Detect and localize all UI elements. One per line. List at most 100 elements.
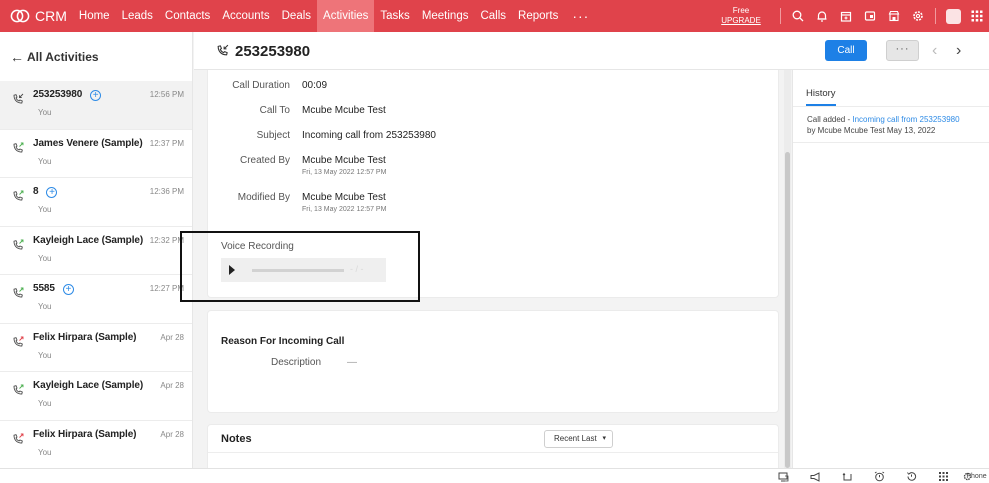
scrollbar-thumb[interactable] (785, 152, 790, 468)
nav-contacts[interactable]: Contacts (159, 0, 216, 32)
search-icon[interactable] (786, 0, 810, 32)
more-options-button[interactable]: ··· (886, 40, 919, 61)
divider (208, 452, 778, 453)
activity-time: 12:36 PM (149, 187, 184, 196)
activity-item[interactable]: Felix Hirpara (Sample) You Apr 28 (0, 421, 192, 469)
phone-settings-icon[interactable]: Phone (959, 469, 989, 483)
activity-time: 12:32 PM (149, 235, 184, 245)
bottom-toolbar: Phone (0, 468, 989, 483)
marketplace-icon[interactable] (882, 0, 906, 32)
activity-time: 12:37 PM (149, 138, 184, 148)
modified-by-label: Modified By (237, 192, 290, 203)
activity-time: 12:27 PM (149, 284, 184, 293)
call-to-value[interactable]: Mcube Mcube Test (302, 105, 386, 116)
outgoing-call-icon (12, 190, 24, 205)
calendar-add-icon[interactable] (834, 0, 858, 32)
main-nav: Home Leads Contacts Accounts Deals Activ… (73, 0, 597, 32)
incoming-call-icon (216, 44, 229, 60)
nav-deals[interactable]: Deals (276, 0, 317, 32)
notes-card: Notes Recent Last ▾ (207, 424, 779, 469)
outgoing-call-icon (12, 287, 24, 302)
incoming-call-icon (12, 93, 24, 108)
window-icon[interactable] (858, 0, 882, 32)
activity-time: Apr 28 (160, 381, 184, 390)
call-to-label: Call To (259, 105, 290, 116)
reason-heading: Reason For Incoming Call (221, 336, 345, 347)
nav-reports[interactable]: Reports (512, 0, 564, 32)
activity-name: Kayleigh Lace (Sample) (33, 234, 144, 246)
history-panel: History Call added - Incoming call from … (792, 70, 989, 468)
modified-by-value: Mcube Mcube Test (302, 192, 386, 203)
activity-item[interactable]: 8 + You 12:36 PM (0, 178, 192, 227)
settings-icon[interactable] (906, 0, 930, 32)
activity-item[interactable]: 5585 + You 12:27 PM (0, 275, 192, 324)
tab-history[interactable]: History (806, 88, 836, 106)
previous-record-icon[interactable]: ‹ (932, 42, 937, 60)
missed-call-icon (12, 336, 24, 351)
chevron-down-icon: ▾ (602, 435, 606, 442)
highlight-box (180, 231, 420, 302)
add-contact-icon[interactable]: + (90, 90, 102, 101)
nav-more-icon[interactable]: ··· (564, 1, 597, 31)
outgoing-call-icon (12, 142, 24, 157)
back-to-all-activities[interactable]: ← All Activities (0, 32, 192, 81)
activity-item[interactable]: Kayleigh Lace (Sample) You 12:32 PM (0, 227, 192, 275)
history-link[interactable]: Incoming call from 253253980 (852, 115, 959, 124)
nav-meetings[interactable]: Meetings (416, 0, 475, 32)
next-record-icon[interactable]: › (956, 42, 961, 60)
divider (793, 106, 989, 107)
missed-call-icon (12, 433, 24, 448)
history-entry: Call added - Incoming call from 25325398… (807, 114, 983, 136)
description-value[interactable]: — (347, 357, 357, 368)
divider (935, 8, 936, 24)
nav-accounts[interactable]: Accounts (216, 0, 275, 32)
plan-name: Free (732, 6, 750, 15)
record-title: 253253980 (235, 43, 311, 60)
outgoing-call-icon (12, 239, 24, 254)
megaphone-icon[interactable] (799, 469, 831, 483)
screen-share-icon[interactable] (767, 469, 799, 483)
nav-tasks[interactable]: Tasks (374, 0, 415, 32)
notes-heading: Notes (221, 433, 252, 445)
nav-calls[interactable]: Calls (474, 0, 512, 32)
back-label: All Activities (27, 49, 99, 64)
alarm-clock-icon[interactable] (863, 469, 895, 483)
top-navigation-bar: CRM Home Leads Contacts Accounts Deals A… (0, 0, 989, 32)
activity-name: Felix Hirpara (Sample) (33, 428, 137, 440)
nav-home[interactable]: Home (73, 0, 116, 32)
activity-item[interactable]: Felix Hirpara (Sample) You Apr 28 (0, 324, 192, 372)
dialpad-icon[interactable] (927, 469, 959, 483)
subject-label: Subject (256, 130, 290, 141)
activity-owner: You (38, 447, 52, 457)
bell-icon[interactable] (810, 0, 834, 32)
activity-owner: You (38, 156, 52, 166)
add-contact-icon[interactable]: + (46, 187, 58, 198)
record-header: 253253980 Call ··· ‹ › (194, 32, 989, 70)
activity-item[interactable]: Kayleigh Lace (Sample) You Apr 28 (0, 372, 192, 421)
nav-leads[interactable]: Leads (116, 0, 159, 32)
crm-logo-icon (10, 9, 30, 23)
refresh-icon[interactable] (831, 469, 863, 483)
profile-avatar[interactable] (941, 0, 965, 32)
activity-item[interactable]: 253253980 + You 12:56 PM (0, 81, 192, 130)
nav-activities[interactable]: Activities (317, 0, 375, 32)
add-contact-icon[interactable]: + (62, 284, 74, 295)
reason-card: Reason For Incoming Call Description — (207, 310, 779, 413)
modified-time: Fri, 13 May 2022 12:57 PM (302, 206, 387, 213)
divider (780, 8, 781, 24)
app-grid-icon[interactable] (965, 0, 989, 32)
outgoing-call-icon (12, 384, 24, 399)
activity-owner: You (38, 399, 52, 408)
activity-name: James Venere (Sample) (33, 137, 143, 149)
content-scrollbar[interactable] (784, 70, 791, 468)
upgrade-link[interactable]: UPGRADE (718, 16, 764, 26)
activity-name: 8 (33, 186, 39, 197)
call-button[interactable]: Call (825, 40, 867, 61)
subject-value[interactable]: Incoming call from 253253980 (302, 130, 436, 141)
crm-logo[interactable]: CRM (0, 0, 73, 32)
notes-sort-select[interactable]: Recent Last ▾ (544, 430, 613, 448)
history-icon[interactable] (895, 469, 927, 483)
call-duration-value: 00:09 (302, 80, 328, 91)
activity-item[interactable]: James Venere (Sample) You 12:37 PM (0, 130, 192, 178)
activity-time: 12:56 PM (149, 90, 184, 99)
